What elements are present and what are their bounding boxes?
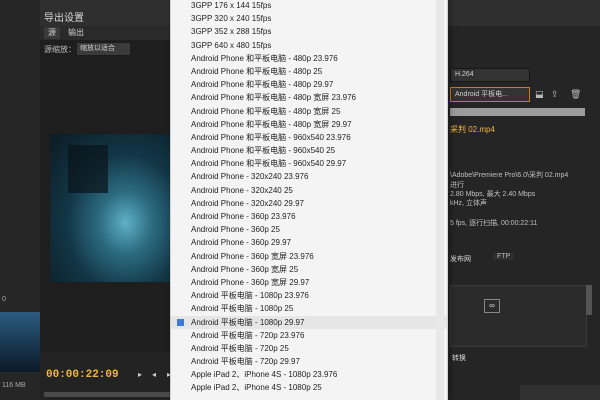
preset-option[interactable]: 3GPP 320 x 240 15fps <box>171 12 447 25</box>
set-in-point-icon[interactable]: ▸ <box>138 370 146 379</box>
comments-field[interactable] <box>450 108 585 116</box>
delete-preset-icon[interactable]: 🗑 <box>570 89 581 99</box>
left-panel-size: 116 MB <box>2 382 26 389</box>
preset-option[interactable]: Android 平板电脑 - 720p 25 <box>171 342 447 355</box>
preset-option[interactable]: Android Phone 和平板电脑 - 960x540 23.976 <box>171 131 447 144</box>
preset-option[interactable]: Android Phone 和平板电脑 - 960x540 25 <box>171 144 447 157</box>
left-thumbnail[interactable] <box>0 312 40 372</box>
source-output-tabs <box>40 26 180 40</box>
preset-option[interactable]: Android Phone 和平板电脑 - 960x540 29.97 <box>171 157 447 170</box>
preset-option[interactable]: Android Phone - 360p 宽屏 25 <box>171 263 447 276</box>
source-scale-label: 源缩放： <box>44 45 76 54</box>
preset-option[interactable]: Apple iPad 2、iPhone 4S - 1080p 23.976 <box>171 368 447 381</box>
preset-option[interactable]: Android Phone - 360p 宽屏 29.97 <box>171 276 447 289</box>
save-preset-icon[interactable]: ⬓ <box>535 89 545 99</box>
preset-option[interactable]: Android Phone 和平板电脑 - 480p 25 <box>171 65 447 78</box>
preset-option[interactable]: Android Phone 和平板电脑 - 480p 23.976 <box>171 52 447 65</box>
tab-source[interactable]: 源 <box>44 27 60 39</box>
video-preview-shadow <box>68 145 108 193</box>
preset-option[interactable]: 3GPP 176 x 144 15fps <box>171 0 447 12</box>
summary-line: \Adobe\Premiere Pro\6.0\采判 02.mp4 <box>450 172 569 179</box>
dialog-title: 导出设置 <box>44 13 84 24</box>
preset-option[interactable]: Android Phone 和平板电脑 - 480p 29.97 <box>171 78 447 91</box>
preset-option[interactable]: Android Phone 和平板电脑 - 480p 宽屏 25 <box>171 105 447 118</box>
settings-scrollbar[interactable] <box>586 285 592 315</box>
preset-option[interactable]: Android Phone 和平板电脑 - 480p 宽屏 23.976 <box>171 91 447 104</box>
bottom-option-label: 转换 <box>452 355 466 362</box>
preset-option[interactable]: Android Phone - 320x240 25 <box>171 184 447 197</box>
preset-option[interactable]: Android Phone - 320x240 23.976 <box>171 170 447 183</box>
preset-option[interactable]: Apple iPad 2、iPhone 4S - 1080p 25 <box>171 381 447 394</box>
summary-line: 5 fps, 逐行扫描, 00:00:22:11 <box>450 220 538 227</box>
link-icon[interactable]: ∞ <box>484 299 500 313</box>
time-scrubber[interactable] <box>44 392 180 397</box>
preset-select[interactable]: Android 平板电... <box>450 87 530 102</box>
output-name-link[interactable]: 采判 02.mp4 <box>450 124 495 135</box>
preset-dropdown-menu: 3GPP 176 x 144 15fps 3GPP 320 x 240 15fps… <box>170 0 448 400</box>
preset-option[interactable]: Android 平板电脑 - 1080p 29.97 <box>171 315 447 329</box>
timecode[interactable]: 00:00:22:09 <box>46 369 119 381</box>
preset-option[interactable]: 3GPP 640 x 480 15fps <box>171 39 447 52</box>
summary-line: kHz, 立体声 <box>450 200 487 207</box>
bottom-button-area <box>520 385 600 400</box>
preset-option[interactable]: Android 平板电脑 - 720p 29.97 <box>171 355 447 368</box>
import-preset-icon[interactable]: ⇪ <box>551 89 561 99</box>
tab-output[interactable]: 输出 <box>64 27 88 39</box>
preset-option[interactable]: Android 平板电脑 - 720p 23.976 <box>171 329 447 342</box>
format-select[interactable]: H.264 <box>450 68 530 82</box>
dropdown-scrollbar[interactable] <box>436 0 444 400</box>
tab-ftp[interactable]: FTP <box>493 253 515 260</box>
preset-option[interactable]: 3GPP 352 x 288 15fps <box>171 25 447 38</box>
set-out-point-icon[interactable]: ◂ <box>152 370 160 379</box>
preset-option[interactable]: Android Phone - 360p 25 <box>171 223 447 236</box>
left-panel-text: 0 <box>2 296 6 303</box>
preset-option[interactable]: Android Phone - 360p 29.97 <box>171 236 447 249</box>
source-scale-select[interactable]: 缩放以适合 <box>76 42 131 56</box>
preset-option[interactable]: Android Phone - 320x240 29.97 <box>171 197 447 210</box>
tab-publish[interactable]: 发布网 <box>450 254 471 264</box>
preset-option[interactable]: Android 平板电脑 - 1080p 23.976 <box>171 289 447 302</box>
video-settings-box <box>450 285 587 347</box>
preset-option[interactable]: Android Phone - 360p 宽屏 23.976 <box>171 250 447 263</box>
preset-option[interactable]: Android Phone - 360p 23.976 <box>171 210 447 223</box>
preset-list: 3GPP 176 x 144 15fps 3GPP 320 x 240 15fps… <box>171 0 447 395</box>
preset-option[interactable]: Android 平板电脑 - 1080p 25 <box>171 302 447 315</box>
preset-option[interactable]: Android Phone 和平板电脑 - 480p 宽屏 29.97 <box>171 118 447 131</box>
